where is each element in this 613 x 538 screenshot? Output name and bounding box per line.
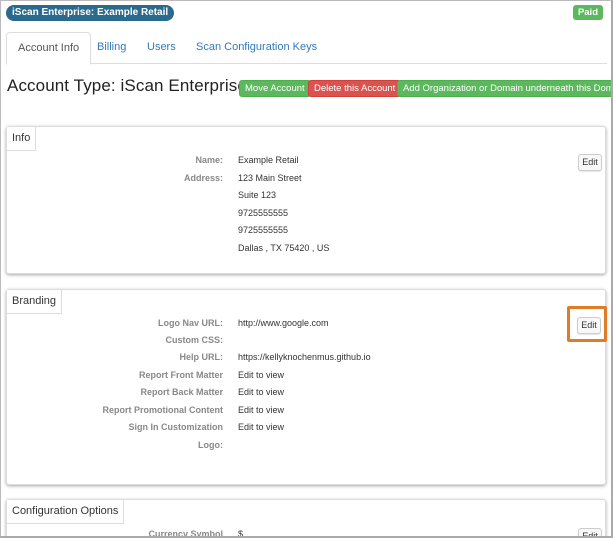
name-value: Example Retail [238,155,299,165]
edit-callout-highlight [567,306,607,342]
info-panel-heading: Info [7,127,37,151]
tab-bar: Account Info Billing Users Scan Configur… [6,32,607,65]
tab-scan-configuration-keys[interactable]: Scan Configuration Keys [185,32,328,64]
branding-row: Logo: [7,440,605,457]
delete-account-button[interactable]: Delete this Account [308,80,402,97]
report-promotional-content-label: Report Promotional Content [102,405,224,415]
page-title: Account Type: iScan Enterprise [7,76,247,95]
config-row: Currency Symbol $ [7,529,605,538]
help-url-value: https://kellyknochenmus.github.io [238,352,371,362]
logo-label: Logo: [198,440,223,450]
branding-row: Report Front Matter Edit to view [7,370,605,387]
tab-billing[interactable]: Billing [86,32,137,64]
add-organization-button[interactable]: Add Organization or Domain underneath th… [397,80,611,97]
address-line: 9725555555 [238,225,289,235]
info-row-address-5: Dallas , TX 75420 , US [7,243,605,260]
info-row-address-2: Suite 123 [7,190,605,207]
address-line: Suite 123 [238,190,277,200]
report-back-matter-value: Edit to view [238,387,285,397]
branding-row: Help URL: https://kellyknochenmus.github… [7,352,605,369]
address-label: Address: [183,173,223,183]
currency-symbol-value: $ [238,529,244,538]
app-frame: iScan Enterprise: Example Retail Paid Ac… [0,0,613,538]
report-promotional-content-value: Edit to view [238,405,285,415]
branding-row: Custom CSS: [7,335,605,352]
address-line: Dallas , TX 75420 , US [238,243,330,253]
move-account-button[interactable]: Move Account [239,80,311,97]
report-front-matter-value: Edit to view [238,370,285,380]
logo-nav-url-label: Logo Nav URL: [158,318,223,328]
name-label: Name: [195,155,223,165]
branding-row: Sign In Customization Edit to view [7,422,605,439]
info-panel: Info Edit Name: Example Retail Address: … [6,126,606,274]
custom-css-label: Custom CSS: [165,335,223,345]
address-line: 123 Main Street [238,173,302,183]
branding-row: Logo Nav URL: http://www.google.com [7,318,605,335]
help-url-label: Help URL: [179,352,224,362]
sign-in-customization-label: Sign In Customization [128,422,224,432]
status-badge: Paid [572,5,603,20]
org-badge: iScan Enterprise: Example Retail [6,5,175,21]
report-back-matter-label: Report Back Matter [140,387,223,397]
logo-nav-url-value: http://www.google.com [238,318,329,328]
address-line: 9725555555 [238,208,289,218]
info-row-address-4: 9725555555 [7,225,605,242]
info-row-address-3: 9725555555 [7,208,605,225]
info-row-name: Name: Example Retail [7,155,605,172]
branding-row: Report Back Matter Edit to view [7,387,605,404]
currency-symbol-label: Currency Symbol [148,529,223,538]
config-panel-heading: Configuration Options [7,500,125,524]
branding-panel: Branding Edit Logo Nav URL: http://www.g… [6,289,606,485]
tab-users[interactable]: Users [136,32,187,64]
tab-account-info[interactable]: Account Info [6,32,92,65]
branding-row: Report Promotional Content Edit to view [7,405,605,422]
report-front-matter-label: Report Front Matter [139,370,223,380]
sign-in-customization-value: Edit to view [238,422,285,432]
config-panel: Configuration Options Edit Currency Symb… [6,499,606,538]
info-row-address: Address: 123 Main Street [7,173,605,190]
branding-panel-heading: Branding [7,290,63,314]
